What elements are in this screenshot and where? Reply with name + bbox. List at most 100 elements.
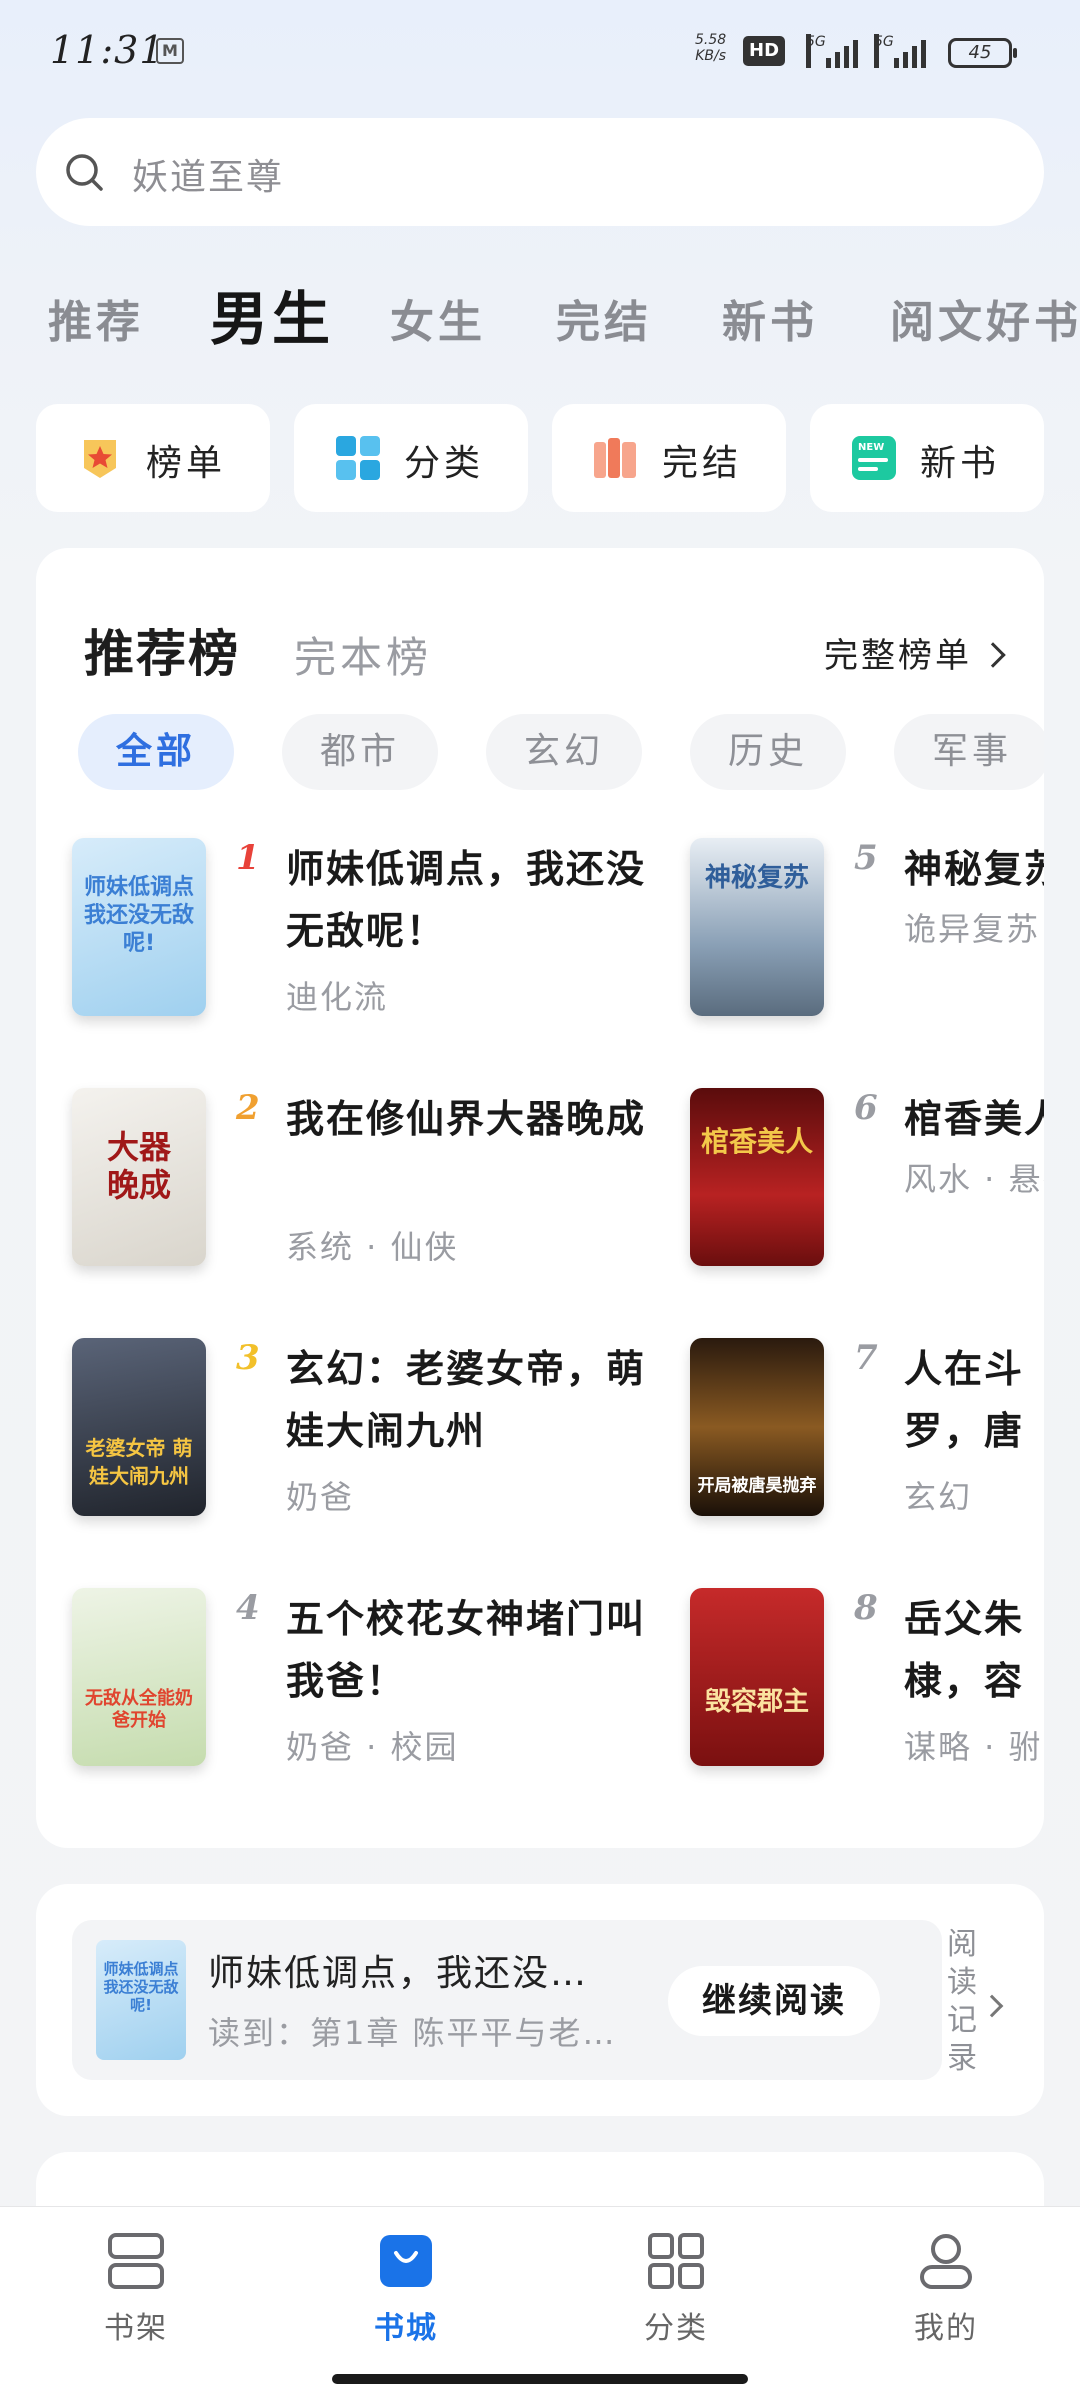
network-type-2: 5G (874, 34, 894, 68)
book-meta: 系统 · 仙侠 (286, 1228, 459, 1266)
chip-fantasy[interactable]: 玄幻 (486, 714, 642, 790)
chip-all[interactable]: 全部 (78, 714, 234, 790)
bookstore-bag-icon (380, 2235, 432, 2287)
book-title: 岳父朱棣，容郡主 (904, 1597, 1025, 1703)
nav-category[interactable]: 分类 (596, 2229, 756, 2359)
new-book-icon: NEW (852, 436, 896, 480)
nav-bookshelf[interactable]: 书架 (56, 2229, 216, 2359)
book-title: 人在斗罗，唐昊抛弃 (904, 1347, 1025, 1453)
ranking-card: 推荐榜 完本榜 完整榜单 全部 都市 玄幻 历史 军事 师妹低调点 我还没无敌呢… (36, 548, 1044, 1848)
book-meta: 奶爸 · 校园 (286, 1728, 459, 1766)
book-item[interactable]: 神秘复苏 5 神秘复苏 诡异复苏 (690, 838, 1044, 1038)
rank-number: 7 (854, 1338, 878, 1378)
nav-label: 书架 (104, 2311, 168, 2346)
profile-icon (920, 2234, 972, 2289)
book-item[interactable]: 大器晚成 2 我在修仙界大器晚成 系统 · 仙侠 (72, 1088, 732, 1288)
nav-label: 分类 (644, 2311, 708, 2346)
continue-cover-title: 师妹低调点 我还没无敌呢! (103, 1960, 179, 2014)
rank-number: 5 (854, 838, 878, 878)
nav-profile[interactable]: 我的 (866, 2229, 1026, 2359)
cover-title: 毁容郡主 (704, 1687, 809, 1717)
tab-completed-ranking[interactable]: 完本榜 (294, 624, 432, 685)
book-cover: 无敌从全能奶爸开始 (72, 1588, 206, 1766)
tab-new[interactable]: 新书 (722, 286, 818, 350)
tab-male[interactable]: 男生 (210, 272, 334, 356)
full-ranking-link[interactable]: 完整榜单 (824, 628, 1006, 677)
nav-label: 书城 (374, 2311, 438, 2346)
quick-entry-new[interactable]: NEW 新书 (810, 404, 1044, 512)
reading-history-link[interactable]: 阅读记录 (942, 1926, 982, 2078)
book-meta: 玄幻 (904, 1478, 973, 1516)
nav-bookstore[interactable]: 书城 (326, 2229, 486, 2359)
book-item[interactable]: 开局被唐昊抛弃 7 人在斗罗，唐昊抛弃 玄幻 (690, 1338, 1044, 1538)
battery-icon: 45 (948, 38, 1017, 68)
book-cover: 大器晚成 (72, 1088, 206, 1266)
quick-entry-label: 分类 (404, 443, 485, 484)
tab-yuewen-good-books[interactable]: 阅文好书 (890, 286, 1080, 350)
full-ranking-label: 完整榜单 (824, 636, 972, 676)
category-icon (648, 2233, 704, 2289)
book-cover: 开局被唐昊抛弃 (690, 1338, 824, 1516)
network-speed-value: 5.58 (695, 32, 727, 48)
rank-number: 1 (236, 838, 260, 878)
cover-title: 大器晚成 (106, 1128, 171, 1204)
network-speed: 5.58 KB/s (695, 32, 726, 64)
rank-number: 3 (236, 1338, 260, 1378)
quick-entry-label: 榜单 (146, 443, 227, 484)
book-cover: 神秘复苏 (690, 838, 824, 1016)
book-cover: 老婆女帝 萌娃大闹九州 (72, 1338, 206, 1516)
quick-entry-ranking[interactable]: 榜单 (36, 404, 270, 512)
bookshelf-icon (108, 2233, 164, 2289)
chevron-right-icon (980, 641, 1006, 668)
book-item[interactable]: 无敌从全能奶爸开始 4 五个校花女神堵门叫我爸！ 奶爸 · 校园 (72, 1588, 732, 1788)
quick-entry-category[interactable]: 分类 (294, 404, 528, 512)
cover-title: 师妹低调点 我还没无敌呢! (83, 875, 194, 956)
book-item[interactable]: 老婆女帝 萌娃大闹九州 3 玄幻：老婆女帝，萌娃大闹九州 奶爸 (72, 1338, 732, 1538)
book-item[interactable]: 师妹低调点 我还没无敌呢! 1 师妹低调点，我还没无敌呢！ 迪化流 (72, 838, 732, 1038)
chip-military[interactable]: 军事 (894, 714, 1044, 790)
quick-entry-label: 完结 (662, 443, 743, 484)
book-item[interactable]: 棺香美人 6 棺香美人 风水 · 悬疑 (690, 1088, 1044, 1288)
continue-progress: 读到：第1章 陈平平与老… (208, 2014, 617, 2052)
category-grid-icon (336, 436, 380, 480)
book-title: 五个校花女神堵门叫我爸！ (286, 1597, 646, 1703)
tab-recommend-ranking[interactable]: 推荐榜 (84, 614, 240, 686)
tab-female[interactable]: 女生 (390, 286, 486, 350)
search-bar[interactable]: 妖道至尊 (36, 118, 1044, 226)
book-meta: 风水 · 悬疑 (904, 1160, 1044, 1198)
quick-entry-label: 新书 (920, 443, 1001, 484)
hd-voice-icon: HD (743, 36, 786, 66)
search-placeholder: 妖道至尊 (132, 157, 285, 198)
cover-title: 开局被唐昊抛弃 (697, 1476, 817, 1496)
svg-text:NEW: NEW (858, 442, 884, 453)
book-cover: 毁容郡主 (690, 1588, 824, 1766)
book-meta: 诡异复苏 (904, 910, 1041, 948)
rank-number: 2 (236, 1088, 260, 1128)
tab-completed[interactable]: 完结 (556, 286, 652, 350)
book-title: 玄幻：老婆女帝，萌娃大闹九州 (286, 1347, 646, 1453)
books-icon (594, 438, 636, 478)
book-title: 棺香美人 (904, 1097, 1044, 1141)
status-bar: 11:31 M 5.58 KB/s HD 5G 5G 45 (0, 0, 1080, 100)
cover-title: 无敌从全能奶爸开始 (85, 1688, 193, 1731)
tab-recommend[interactable]: 推荐 (48, 286, 144, 350)
book-item[interactable]: 毁容郡主 8 岳父朱棣，容郡主 谋略 · 驸马 (690, 1588, 1044, 1788)
cover-title: 棺香美人 (700, 1125, 813, 1158)
continue-reading-card[interactable]: 师妹低调点 我还没无敌呢! 师妹低调点，我还没… 读到：第1章 陈平平与老… 继… (36, 1884, 1044, 2116)
chip-urban[interactable]: 都市 (282, 714, 438, 790)
continue-reading-button[interactable]: 继续阅读 (668, 1966, 880, 2036)
continue-book-title: 师妹低调点，我还没… (208, 1953, 589, 1994)
book-meta: 谋略 · 驸马 (904, 1728, 1044, 1766)
book-cover: 棺香美人 (690, 1088, 824, 1266)
bottom-nav: 书架 书城 分类 我的 (0, 2206, 1080, 2400)
chip-history[interactable]: 历史 (690, 714, 846, 790)
top-tabs: 推荐 男生 女生 完结 新书 阅文好书 (0, 262, 1080, 372)
network-speed-unit: KB/s (695, 48, 726, 64)
home-indicator[interactable] (332, 2374, 748, 2384)
nav-label: 我的 (914, 2311, 978, 2346)
book-title: 神秘复苏 (904, 847, 1044, 891)
quick-entry-completed[interactable]: 完结 (552, 404, 786, 512)
rank-number: 4 (236, 1588, 260, 1628)
rank-badge-icon (84, 440, 116, 478)
book-title: 师妹低调点，我还没无敌呢！ (286, 847, 646, 953)
